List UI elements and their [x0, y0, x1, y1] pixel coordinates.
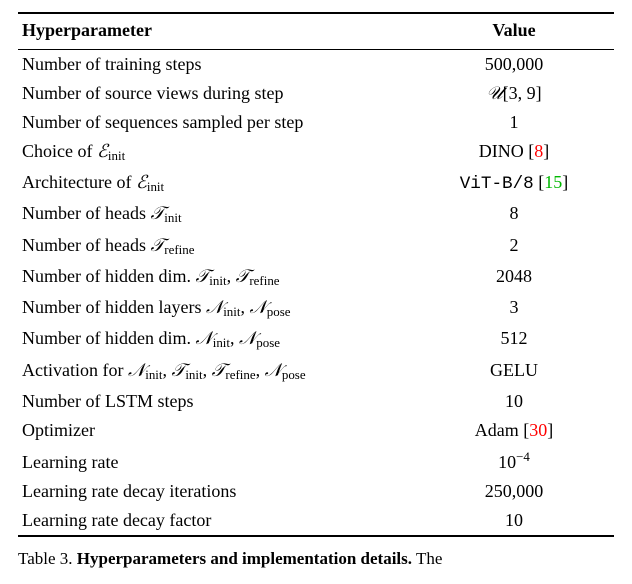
value-cell: 512: [414, 324, 614, 355]
value-cell: 𝒰[3, 9]: [414, 79, 614, 108]
table-row: Learning rate10−4: [18, 445, 614, 477]
table-row: Architecture of ℰinitViT-B/8 [15]: [18, 168, 614, 199]
value-cell: DINO [8]: [414, 137, 614, 168]
value-cell: 10: [414, 387, 614, 416]
value-cell: 8: [414, 199, 614, 230]
hyperparam-cell: Choice of ℰinit: [18, 137, 414, 168]
col-header-hyperparameter: Hyperparameter: [18, 13, 414, 50]
hyperparam-cell: Learning rate: [18, 445, 414, 477]
table-row: Number of hidden dim. 𝒯init, 𝒯refine2048: [18, 262, 614, 293]
hyperparam-cell: Number of LSTM steps: [18, 387, 414, 416]
value-cell: 2: [414, 231, 614, 262]
hyperparam-cell: Number of hidden layers 𝒩init, 𝒩pose: [18, 293, 414, 324]
value-cell: 1: [414, 108, 614, 137]
hyperparam-cell: Learning rate decay factor: [18, 506, 414, 536]
caption-label: Table 3.: [18, 549, 73, 568]
value-cell: 500,000: [414, 50, 614, 80]
hyperparam-cell: Number of training steps: [18, 50, 414, 80]
table-row: Learning rate decay factor10: [18, 506, 614, 536]
hyperparam-cell: Learning rate decay iterations: [18, 477, 414, 506]
table-row: Choice of ℰinitDINO [8]: [18, 137, 614, 168]
table-row: Learning rate decay iterations250,000: [18, 477, 614, 506]
hyperparam-cell: Number of hidden dim. 𝒯init, 𝒯refine: [18, 262, 414, 293]
table-row: Number of hidden dim. 𝒩init, 𝒩pose512: [18, 324, 614, 355]
value-cell: 3: [414, 293, 614, 324]
table-row: Number of LSTM steps10: [18, 387, 614, 416]
value-cell: 2048: [414, 262, 614, 293]
table-row: Activation for 𝒩init, 𝒯init, 𝒯refine, 𝒩p…: [18, 356, 614, 387]
table-caption: Table 3. Hyperparameters and implementat…: [18, 549, 614, 569]
hyperparam-cell: Activation for 𝒩init, 𝒯init, 𝒯refine, 𝒩p…: [18, 356, 414, 387]
table-row: Number of sequences sampled per step1: [18, 108, 614, 137]
table-row: Number of source views during step𝒰[3, 9…: [18, 79, 614, 108]
table-row: Number of hidden layers 𝒩init, 𝒩pose3: [18, 293, 614, 324]
table-row: Number of training steps500,000: [18, 50, 614, 80]
hyperparam-cell: Architecture of ℰinit: [18, 168, 414, 199]
col-header-value: Value: [414, 13, 614, 50]
value-cell: Adam [30]: [414, 416, 614, 445]
hyperparam-cell: Number of hidden dim. 𝒩init, 𝒩pose: [18, 324, 414, 355]
hyperparameter-table: Hyperparameter Value Number of training …: [18, 12, 614, 537]
table-row: OptimizerAdam [30]: [18, 416, 614, 445]
hyperparam-cell: Number of sequences sampled per step: [18, 108, 414, 137]
value-cell: 250,000: [414, 477, 614, 506]
value-cell: GELU: [414, 356, 614, 387]
value-cell: ViT-B/8 [15]: [414, 168, 614, 199]
caption-trail: The: [412, 549, 442, 568]
hyperparam-cell: Number of heads 𝒯init: [18, 199, 414, 230]
hyperparam-cell: Optimizer: [18, 416, 414, 445]
hyperparam-cell: Number of source views during step: [18, 79, 414, 108]
hyperparam-cell: Number of heads 𝒯refine: [18, 231, 414, 262]
value-cell: 10: [414, 506, 614, 536]
table-row: Number of heads 𝒯init8: [18, 199, 614, 230]
caption-title: Hyperparameters and implementation detai…: [77, 549, 412, 568]
value-cell: 10−4: [414, 445, 614, 477]
table-row: Number of heads 𝒯refine2: [18, 231, 614, 262]
